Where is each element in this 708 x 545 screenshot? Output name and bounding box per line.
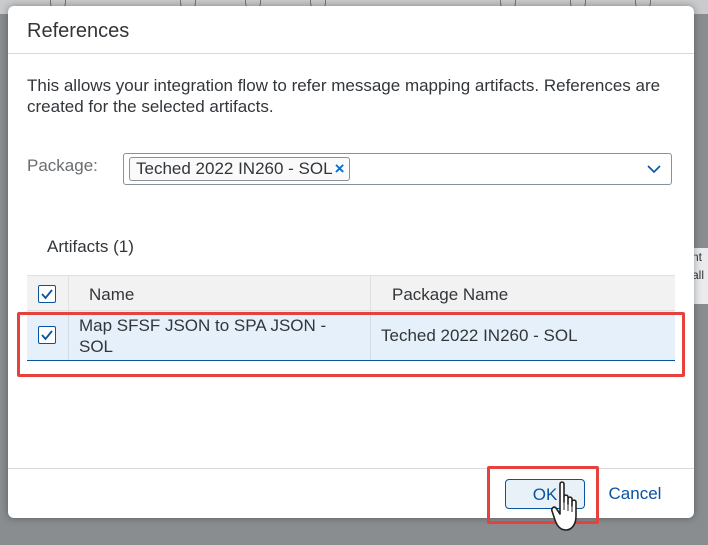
hand-cursor-icon (551, 481, 577, 531)
row-highlight-box (17, 312, 685, 377)
column-header-package-name[interactable]: Package Name (392, 285, 508, 305)
column-divider (370, 276, 371, 312)
background-card-text: nt all (692, 250, 705, 282)
package-label: Package: (27, 156, 98, 175)
artifacts-title: Artifacts (1) (47, 237, 134, 256)
dialog-title: References (27, 20, 130, 42)
table-header: Name Package Name (27, 275, 675, 312)
cancel-button[interactable]: Cancel (600, 479, 670, 509)
package-token[interactable]: Teched 2022 IN260 - SOL × (129, 157, 350, 181)
package-token-text: Teched 2022 IN260 - SOL (136, 159, 333, 178)
select-all-cell (27, 276, 69, 312)
checkmark-icon (41, 289, 53, 300)
select-all-checkbox[interactable] (38, 285, 56, 303)
references-dialog: References This allows your integration … (8, 6, 694, 518)
chevron-down-icon[interactable] (647, 162, 661, 176)
dialog-description: This allows your integration flow to ref… (27, 76, 661, 116)
dialog-header: References (8, 6, 694, 54)
close-icon[interactable]: × (335, 158, 345, 180)
package-multicombobox[interactable]: Teched 2022 IN260 - SOL × (123, 153, 672, 185)
column-header-name[interactable]: Name (89, 285, 134, 305)
